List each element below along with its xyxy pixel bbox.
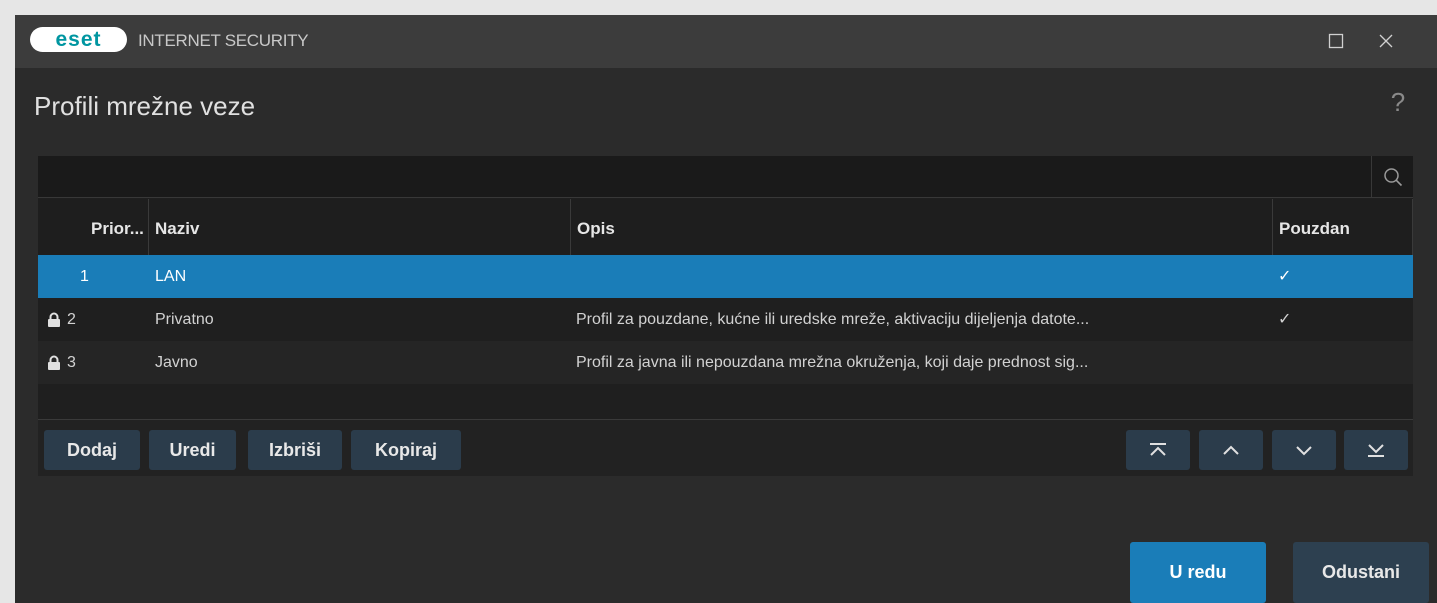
- cell-name: Privatno: [155, 311, 214, 328]
- search-bar: [38, 156, 1413, 198]
- trusted-check: ✓: [1278, 311, 1292, 328]
- logo-text: eset: [55, 28, 101, 51]
- cell-priority: 2: [67, 311, 76, 328]
- cell-name: LAN: [155, 268, 187, 285]
- close-button[interactable]: [1371, 26, 1401, 56]
- move-up-icon: [1223, 445, 1239, 455]
- edit-button[interactable]: Uredi: [149, 430, 236, 470]
- column-header-name[interactable]: Naziv: [149, 199, 571, 255]
- application-window: eset INTERNET SECURITY Profili mrežne ve…: [15, 15, 1437, 603]
- cell-priority: 3: [67, 354, 76, 371]
- search-input[interactable]: [38, 156, 1371, 197]
- table-action-bar: Dodaj Uredi Izbriši Kopiraj: [38, 419, 1413, 476]
- search-icon: [1383, 167, 1402, 186]
- move-down-button[interactable]: [1272, 430, 1336, 470]
- cell-name: Javno: [155, 354, 198, 371]
- search-button[interactable]: [1371, 156, 1413, 197]
- move-to-top-button[interactable]: [1126, 430, 1190, 470]
- delete-button[interactable]: Izbriši: [248, 430, 342, 470]
- trusted-check: [1278, 341, 1318, 384]
- profiles-panel: Prior... Naziv Opis Pouzdan 1 LAN ✓ 2 Pr…: [38, 156, 1413, 476]
- table-row[interactable]: 1 LAN ✓: [38, 255, 1413, 298]
- lock-icon: [47, 341, 67, 384]
- table-header: Prior... Naziv Opis Pouzdan: [38, 199, 1413, 255]
- cell-priority: 1: [80, 268, 89, 285]
- cell-description: Profil za pouzdane, kućne ili uredske mr…: [576, 311, 1090, 328]
- title-bar[interactable]: eset INTERNET SECURITY: [15, 15, 1437, 68]
- help-button[interactable]: ?: [1383, 87, 1413, 119]
- table-row[interactable]: 2 Privatno Profil za pouzdane, kućne ili…: [38, 298, 1413, 341]
- column-header-description[interactable]: Opis: [571, 199, 1273, 255]
- column-header-trusted[interactable]: Pouzdan: [1273, 199, 1413, 255]
- cancel-button[interactable]: Odustani: [1293, 542, 1429, 603]
- table-row[interactable]: 3 Javno Profil za javna ili nepouzdana m…: [38, 341, 1413, 384]
- move-to-top-icon: [1150, 443, 1166, 456]
- column-header-priority[interactable]: Prior...: [38, 199, 149, 255]
- move-to-bottom-button[interactable]: [1344, 430, 1408, 470]
- cell-description: [576, 255, 1270, 298]
- move-to-bottom-icon: [1368, 444, 1384, 457]
- maximize-icon: [1328, 33, 1344, 49]
- add-button[interactable]: Dodaj: [44, 430, 140, 470]
- move-up-button[interactable]: [1199, 430, 1263, 470]
- lock-icon: [47, 298, 67, 341]
- product-title: INTERNET SECURITY: [138, 31, 309, 50]
- copy-button[interactable]: Kopiraj: [351, 430, 461, 470]
- cell-description: Profil za javna ili nepouzdana mrežna ok…: [576, 354, 1089, 371]
- eset-logo: eset: [30, 27, 127, 52]
- trusted-check: ✓: [1278, 268, 1292, 285]
- close-icon: [1379, 34, 1393, 48]
- ok-button[interactable]: U redu: [1130, 542, 1266, 603]
- move-down-icon: [1296, 446, 1312, 456]
- page-title: Profili mrežne veze: [34, 91, 256, 121]
- maximize-button[interactable]: [1321, 26, 1351, 56]
